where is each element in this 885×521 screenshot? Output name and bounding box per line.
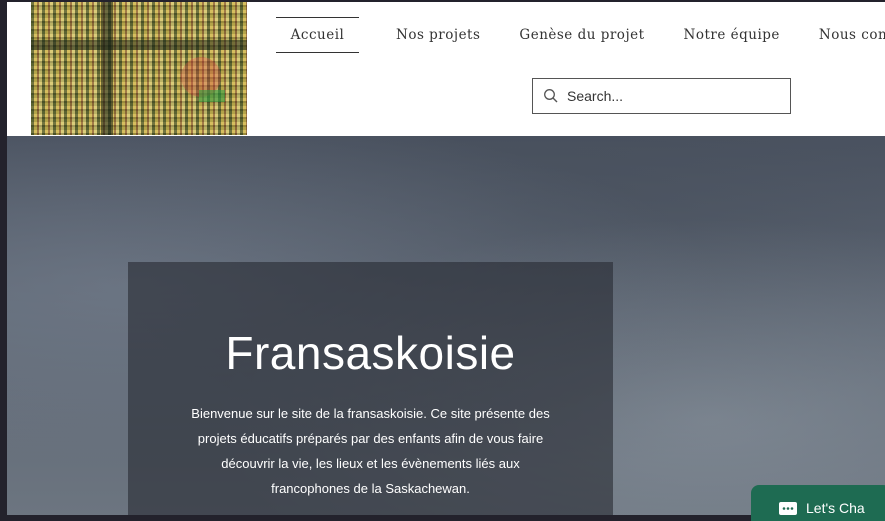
hero-section: Fransaskoisie Bienvenue sur le site de l…	[7, 136, 885, 515]
hero-title: Fransaskoisie	[225, 327, 516, 379]
search-icon	[544, 89, 558, 103]
nav-item-accueil[interactable]: Accueil	[276, 17, 359, 53]
hero-description: Bienvenue sur le site de la fransaskoisi…	[191, 406, 550, 496]
chat-button[interactable]: Let's Cha	[751, 485, 885, 521]
hero-panel: Fransaskoisie Bienvenue sur le site de l…	[128, 262, 613, 515]
chat-bubble-icon	[779, 502, 797, 515]
nav-item-genese-du-projet[interactable]: Genèse du projet	[503, 17, 659, 53]
main-nav: Accueil Nos projets Genèse du projet Not…	[276, 16, 885, 54]
browser-page: Accueil Nos projets Genèse du projet Not…	[7, 2, 885, 515]
nav-item-notre-equipe[interactable]: Notre équipe	[668, 17, 795, 53]
site-header: Accueil Nos projets Genèse du projet Not…	[7, 2, 885, 136]
chat-label: Let's Cha	[806, 500, 865, 516]
search-placeholder: Search...	[567, 88, 624, 104]
nav-item-nous-contacter[interactable]: Nous contacter	[803, 17, 885, 53]
site-logo[interactable]	[31, 2, 247, 135]
search-input[interactable]: Search...	[532, 78, 791, 114]
nav-item-nos-projets[interactable]: Nos projets	[380, 17, 495, 53]
